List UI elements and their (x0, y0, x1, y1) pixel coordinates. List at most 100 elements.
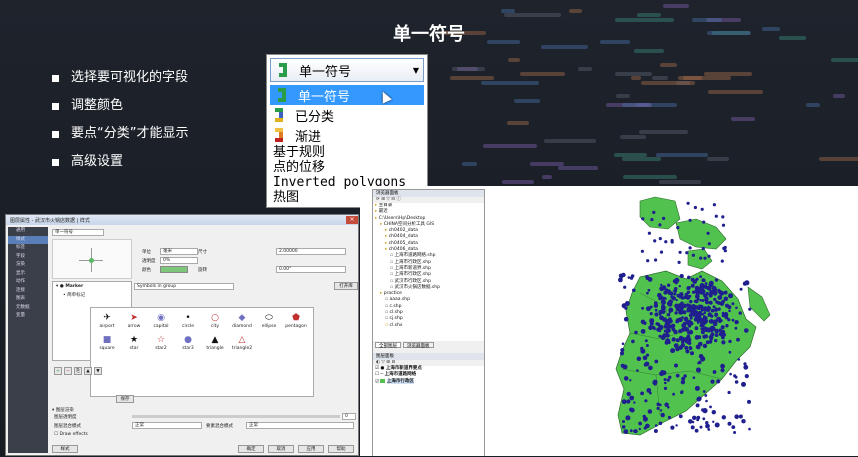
tree-root[interactable]: ▾ ● Marker (56, 284, 83, 289)
bullet-item: 选择要可视化的字段 (52, 64, 188, 92)
symbol-glyph-icon: ➤ (130, 313, 138, 323)
help-button[interactable]: 帮助 (328, 445, 354, 453)
sidebar-item-fields[interactable]: 字段 (8, 253, 48, 262)
ok-button[interactable]: 确定 (238, 445, 264, 453)
poi-point (699, 323, 703, 328)
layers-list: ☑ ● 上海市新道界要点 ☐ ─ 上海市道路网络 ☑ 上海市行政区 (373, 366, 484, 456)
poi-point (671, 337, 676, 342)
poi-point (644, 339, 648, 343)
symbol-cell[interactable]: ○ city (203, 312, 227, 329)
transparency-slider[interactable] (132, 415, 340, 418)
poi-point (642, 416, 648, 422)
symbol-cell[interactable]: ✈ airport (95, 312, 119, 329)
poi-point (712, 420, 715, 423)
poi-point (622, 420, 625, 423)
duplicate-icon[interactable]: ⎘ (74, 367, 82, 375)
transparency-value[interactable]: 0 (342, 413, 356, 420)
poi-point (621, 342, 625, 346)
symbol-cell[interactable]: ➤ arrow (122, 312, 146, 329)
renderer-dropdown[interactable]: 单一符号 ▼ 单一符号 已分类 渐进 基于规则 点的位移 Inverted po… (266, 54, 428, 208)
poi-point (645, 353, 650, 357)
style-button[interactable]: 样式 (52, 445, 78, 453)
poi-point (699, 298, 702, 302)
layer-render-section[interactable]: ▾ 图层渲染 (52, 407, 74, 413)
sidebar-item-joins[interactable]: 连接 (8, 287, 48, 296)
move-up-icon[interactable]: ▲ (84, 367, 92, 375)
sidebar-item-actions[interactable]: 动作 (8, 278, 48, 287)
move-down-icon[interactable]: ▼ (94, 367, 102, 375)
symbol-cell[interactable]: ☆ star2 (149, 334, 173, 351)
tree-child[interactable]: • 简单标记 (63, 292, 85, 298)
symbols-group-combo[interactable]: Symbols in group (134, 283, 234, 290)
poi-point (688, 346, 691, 349)
symbol-cell[interactable]: • circle (176, 312, 200, 329)
renderer-combo[interactable]: 单一符号 (52, 229, 104, 236)
chevron-down-icon[interactable]: ▼ (413, 66, 419, 75)
symbol-cell[interactable]: △ triangle2 (230, 334, 254, 351)
add-layer-icon[interactable]: + (54, 367, 62, 375)
poi-point (684, 338, 690, 343)
poi-point (666, 378, 670, 382)
poi-point (696, 288, 700, 292)
apply-button[interactable]: 应用 (298, 445, 324, 453)
code-line (619, 134, 647, 139)
tab-browser[interactable]: 浏览器面板 (403, 342, 434, 349)
poi-point (658, 223, 662, 227)
renderer-selected-value: 单一符号 (299, 64, 352, 80)
poi-point (644, 399, 648, 403)
open-library-button[interactable]: 打开库 (334, 282, 358, 290)
symbol-cell[interactable]: ◆ diamond (230, 312, 254, 329)
sidebar-item-display[interactable]: 显示 (8, 270, 48, 279)
draw-effects-checkbox[interactable]: ☐ Draw effects (54, 432, 88, 437)
symbol-cell[interactable]: ★ star (122, 334, 146, 351)
poi-point (708, 300, 713, 305)
poi-point (680, 296, 685, 300)
symbol-cell[interactable]: ◉ capital (149, 312, 173, 329)
single-symbol-icon (277, 62, 293, 78)
code-line (651, 76, 668, 80)
sidebar-item-rendering[interactable]: 渲染 (8, 261, 48, 270)
remove-layer-icon[interactable]: − (64, 367, 72, 375)
symbol-cell[interactable]: ■ square (95, 334, 119, 351)
layer-blend-combo[interactable]: 正常 (132, 422, 202, 429)
code-line (832, 94, 845, 98)
close-icon[interactable]: × (346, 216, 358, 224)
poi-point (643, 426, 647, 430)
opacity-field[interactable]: 0% (160, 257, 198, 264)
save-button[interactable]: 保存 (116, 395, 134, 403)
code-line (640, 80, 696, 85)
sidebar-item-diagrams[interactable]: 图表 (8, 295, 48, 304)
size-field[interactable]: 2.00000 (276, 248, 346, 255)
tab-all-layers[interactable]: 全部图层 (375, 342, 401, 349)
sidebar-item-metadata[interactable]: 元数据 (8, 304, 48, 313)
poi-point (673, 329, 678, 335)
poi-point (680, 390, 684, 394)
renderer-select[interactable]: 单一符号 ▼ (270, 58, 424, 82)
sidebar-item-style[interactable]: 样式 (8, 235, 48, 244)
renderer-option-point-displacement[interactable]: 点的位移 (267, 160, 427, 175)
feature-blend-combo[interactable]: 正常 (246, 422, 354, 429)
cancel-button[interactable]: 取消 (268, 445, 294, 453)
sidebar-item-variables[interactable]: 变量 (8, 312, 48, 321)
renderer-option-graduated[interactable]: 渐进 (267, 125, 427, 145)
symbol-cell[interactable]: ● star3 (176, 334, 200, 351)
sidebar-item-general[interactable]: 通用 (8, 227, 48, 236)
unit-combo[interactable]: 毫米 (160, 248, 198, 255)
color-button[interactable] (160, 266, 188, 273)
poi-point (706, 327, 712, 333)
sidebar-item-labels[interactable]: 标签 (8, 244, 48, 253)
renderer-option-rule-based[interactable]: 基于规则 (267, 145, 427, 160)
poi-point (641, 217, 645, 221)
map-canvas[interactable] (490, 189, 858, 453)
rotation-field[interactable]: 0.00° (276, 266, 346, 273)
code-line (639, 130, 689, 134)
symbol-cell[interactable]: ⬭ ellipse (257, 312, 281, 329)
symbol-cell[interactable]: ⬟ pentagon (284, 312, 308, 329)
browser-item[interactable]: ▫ cl.shx (375, 323, 484, 329)
renderer-option-single[interactable]: 单一符号 (270, 85, 424, 105)
code-line (568, 8, 582, 13)
layer-item[interactable]: ☑ 上海市行政区 (375, 378, 484, 385)
symbol-cell[interactable]: ▲ triangle (203, 334, 227, 351)
poi-point (697, 370, 701, 373)
renderer-option-categorized[interactable]: 已分类 (267, 105, 427, 125)
